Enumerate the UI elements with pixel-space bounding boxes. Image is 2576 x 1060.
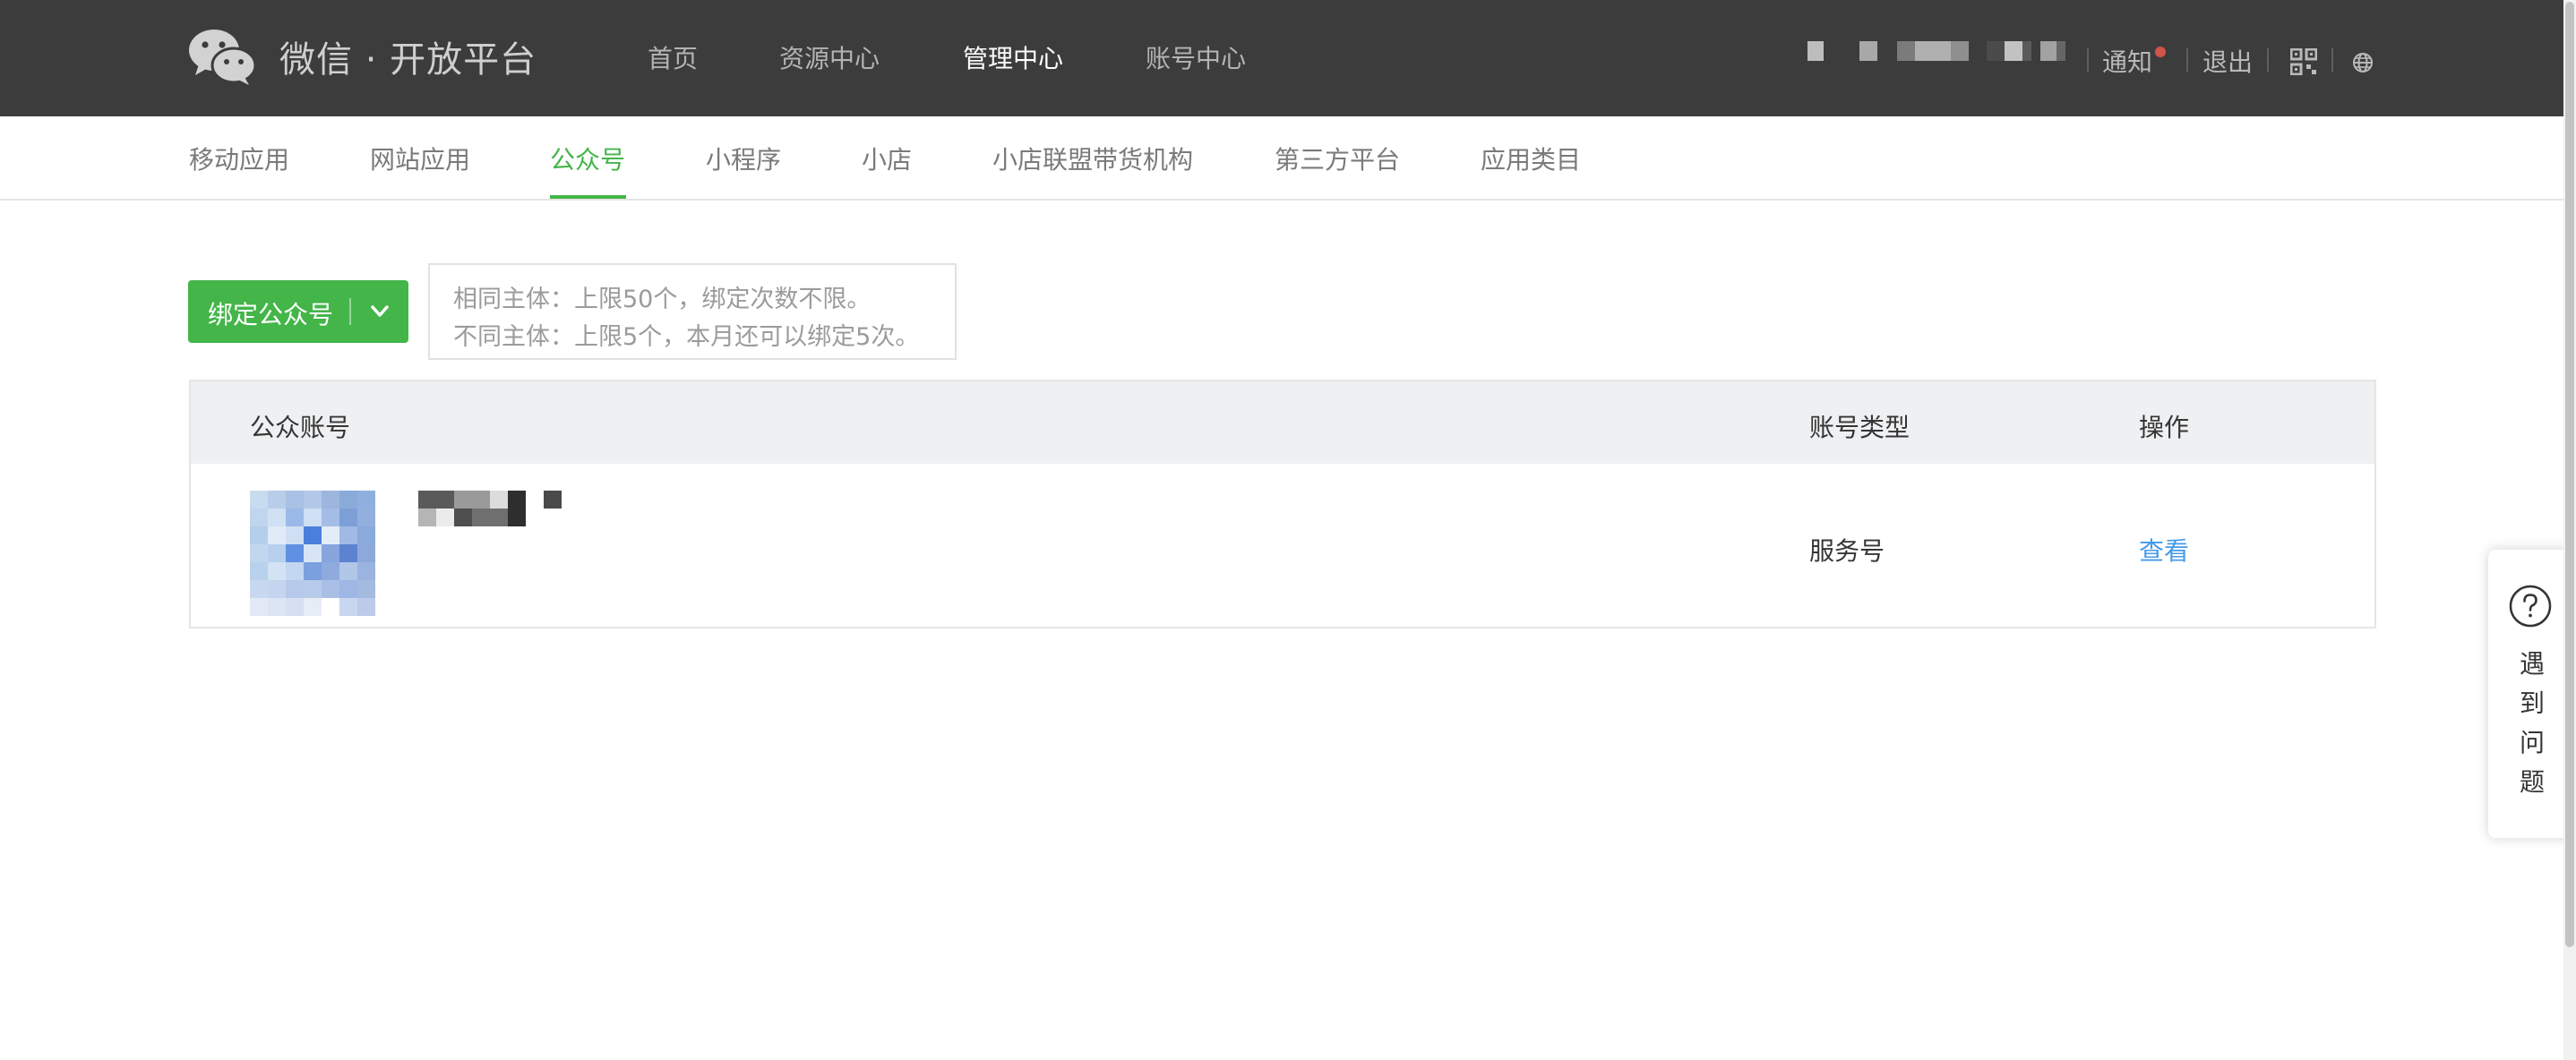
help-label: 遇到问题	[2519, 649, 2545, 797]
binding-limit-tip: 相同主体：上限50个，绑定次数不限。 不同主体：上限5个，本月还可以绑定5次。	[428, 263, 957, 360]
active-tab-indicator	[550, 195, 626, 199]
nav-account-center[interactable]: 账号中心	[1146, 39, 1246, 75]
nav-home[interactable]: 首页	[648, 39, 698, 75]
tip-same-entity: 相同主体：上限50个，绑定次数不限。	[453, 286, 872, 313]
notice-link[interactable]: 通知	[2102, 43, 2152, 79]
scrollbar-thumb[interactable]	[2565, 2, 2574, 947]
account-avatar-redacted	[250, 491, 375, 616]
nav-resources[interactable]: 资源中心	[779, 39, 880, 75]
header-divider	[2087, 48, 2089, 72]
bind-official-account-button[interactable]: 绑定公众号	[188, 280, 408, 343]
account-type-cell: 服务号	[1809, 536, 1885, 566]
nav-management[interactable]: 管理中心	[963, 39, 1063, 75]
subnav-third-party-platform[interactable]: 第三方平台	[1275, 141, 1400, 176]
column-header-account: 公众账号	[250, 413, 351, 442]
notice-badge-dot	[2155, 47, 2166, 57]
sub-navigation: 移动应用 网站应用 公众号 小程序 小店 小店联盟带货机构 第三方平台 应用类目	[0, 116, 2563, 201]
account-name-redacted	[409, 491, 571, 530]
brand-title: 微信 · 开放平台	[279, 39, 537, 81]
table-header: 公众账号 账号类型 操作	[191, 381, 2374, 464]
header-divider	[2267, 48, 2269, 72]
chevron-down-icon[interactable]	[365, 298, 394, 325]
subnav-shop[interactable]: 小店	[862, 141, 912, 176]
subnav-mobile-apps[interactable]: 移动应用	[189, 141, 289, 176]
table-row: 服务号 查看	[191, 464, 2374, 628]
tip-different-entity: 不同主体：上限5个，本月还可以绑定5次。	[453, 323, 920, 351]
bind-button-label: 绑定公众号	[208, 300, 334, 329]
globe-icon[interactable]	[2352, 52, 2374, 73]
subnav-web-apps[interactable]: 网站应用	[370, 141, 470, 176]
subnav-official-accounts[interactable]: 公众号	[550, 141, 625, 176]
header-divider	[2331, 48, 2333, 72]
column-header-account-type: 账号类型	[1809, 413, 1911, 442]
subnav-mini-programs[interactable]: 小程序	[706, 141, 781, 176]
header-divider	[2186, 48, 2188, 72]
qrcode-icon[interactable]	[2290, 48, 2317, 75]
top-header: 微信 · 开放平台 首页 资源中心 管理中心 账号中心 通知 退出	[0, 0, 2563, 116]
button-divider	[349, 298, 351, 325]
subnav-shop-alliance[interactable]: 小店联盟带货机构	[992, 141, 1193, 176]
logout-link[interactable]: 退出	[2202, 43, 2253, 79]
question-mark-icon	[2509, 585, 2552, 628]
user-name-redacted	[1791, 41, 2065, 64]
brand-logo[interactable]: 微信 · 开放平台	[188, 27, 537, 86]
subnav-app-categories[interactable]: 应用类目	[1481, 141, 1581, 176]
view-account-link[interactable]: 查看	[2139, 532, 2189, 568]
official-accounts-table: 公众账号 账号类型 操作 服务号 查看	[189, 380, 2376, 628]
wechat-logo-icon	[189, 30, 256, 85]
column-header-actions: 操作	[2139, 413, 2190, 442]
